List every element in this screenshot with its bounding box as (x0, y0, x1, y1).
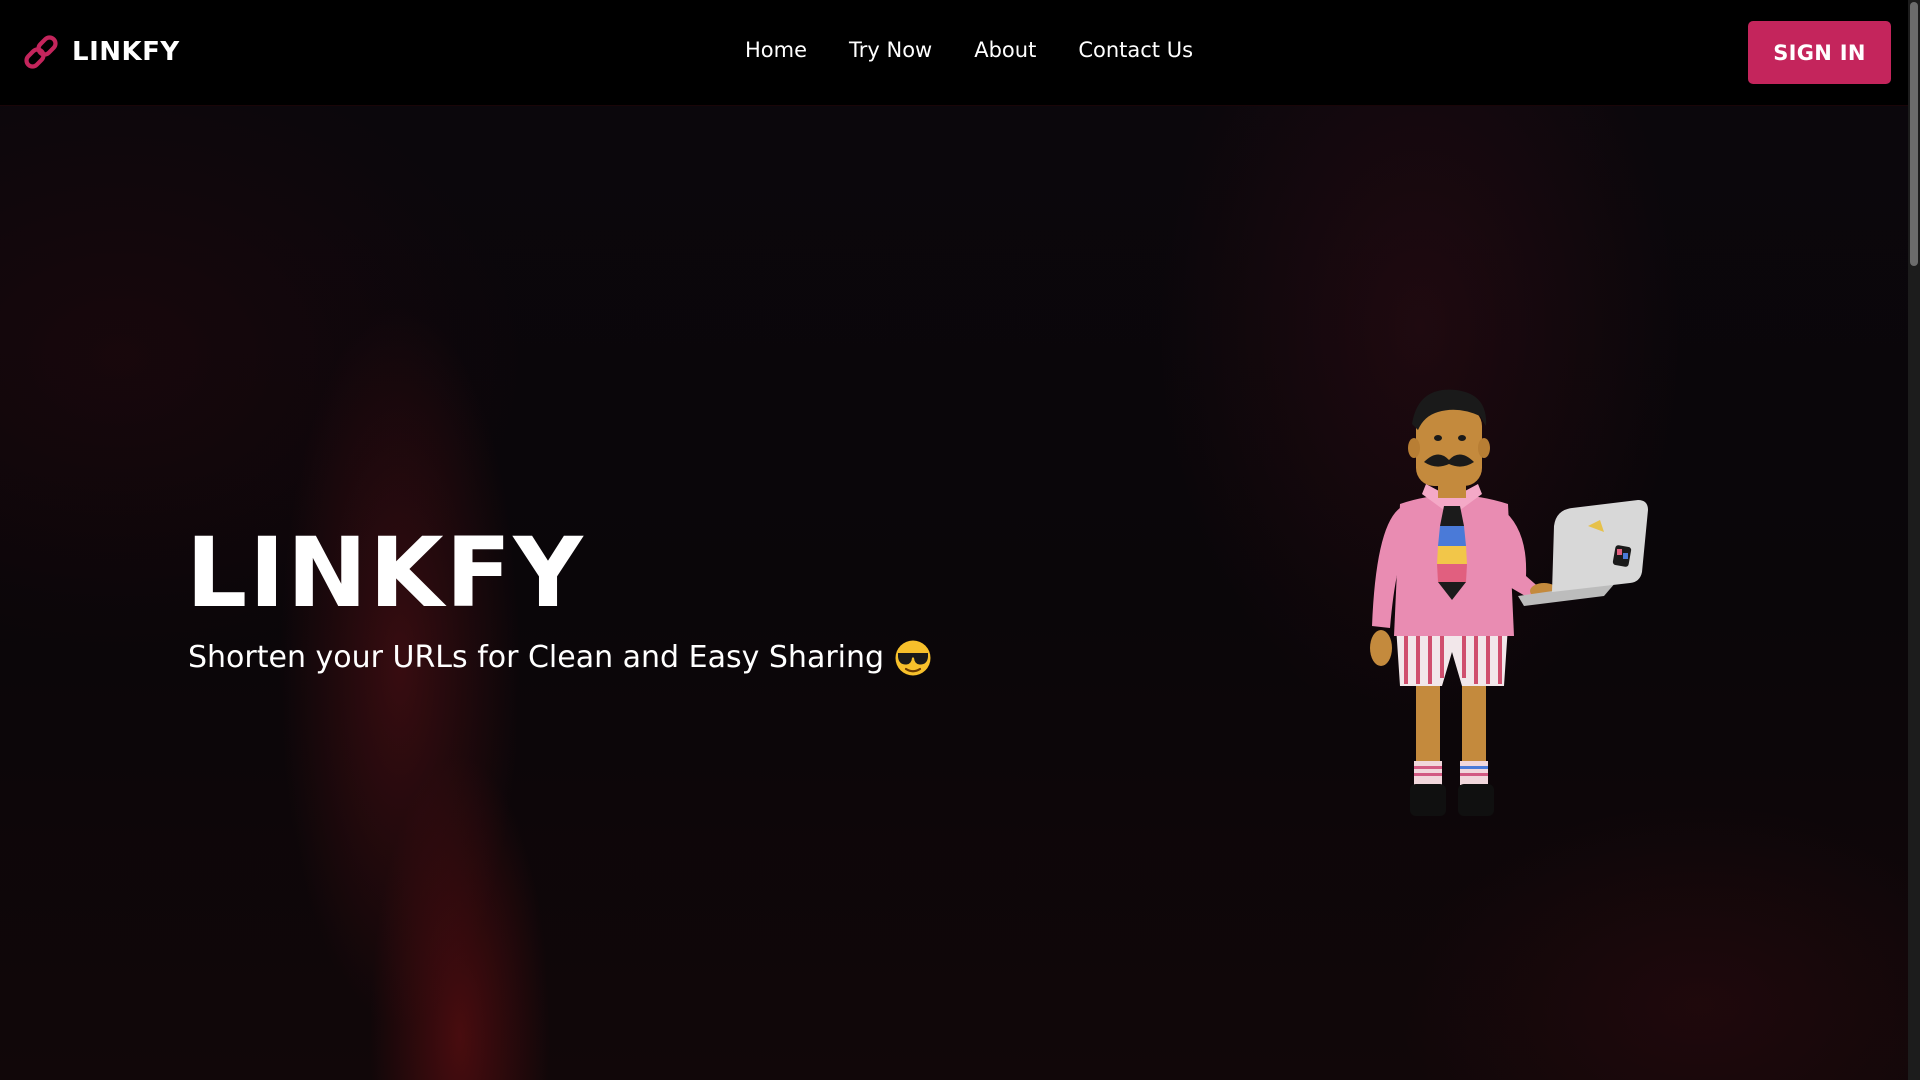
hero-subtitle-text: Shorten your URLs for Clean and Easy Sha… (188, 640, 885, 675)
man-with-laptop-illustration (1370, 389, 1648, 816)
brand-logo-link[interactable]: LINKFY (22, 32, 180, 72)
hero-title: LINKFY (186, 517, 585, 629)
nav-link-home[interactable]: Home (745, 38, 807, 62)
sign-in-button[interactable]: SIGN IN (1748, 21, 1891, 84)
link-icon (24, 35, 58, 69)
page: LINKFY Home Try Now About Contact Us SIG… (0, 0, 1920, 1080)
hero-section: LINKFY Shorten your URLs for Clean and E… (0, 106, 1908, 1080)
nav-link-contact-us[interactable]: Contact Us (1078, 38, 1193, 62)
brand-name: LINKFY (72, 37, 180, 67)
main-nav: Home Try Now About Contact Us (745, 38, 1193, 62)
hero-subtitle: Shorten your URLs for Clean and Easy Sha… (188, 638, 932, 678)
navbar: LINKFY Home Try Now About Contact Us SIG… (0, 0, 1908, 106)
nav-link-try-now[interactable]: Try Now (849, 38, 932, 62)
nav-link-about[interactable]: About (974, 38, 1036, 62)
scrollbar-thumb[interactable] (1910, 2, 1918, 266)
page-scrollbar[interactable] (1908, 0, 1920, 1080)
sunglasses-emoji-icon (895, 640, 931, 676)
